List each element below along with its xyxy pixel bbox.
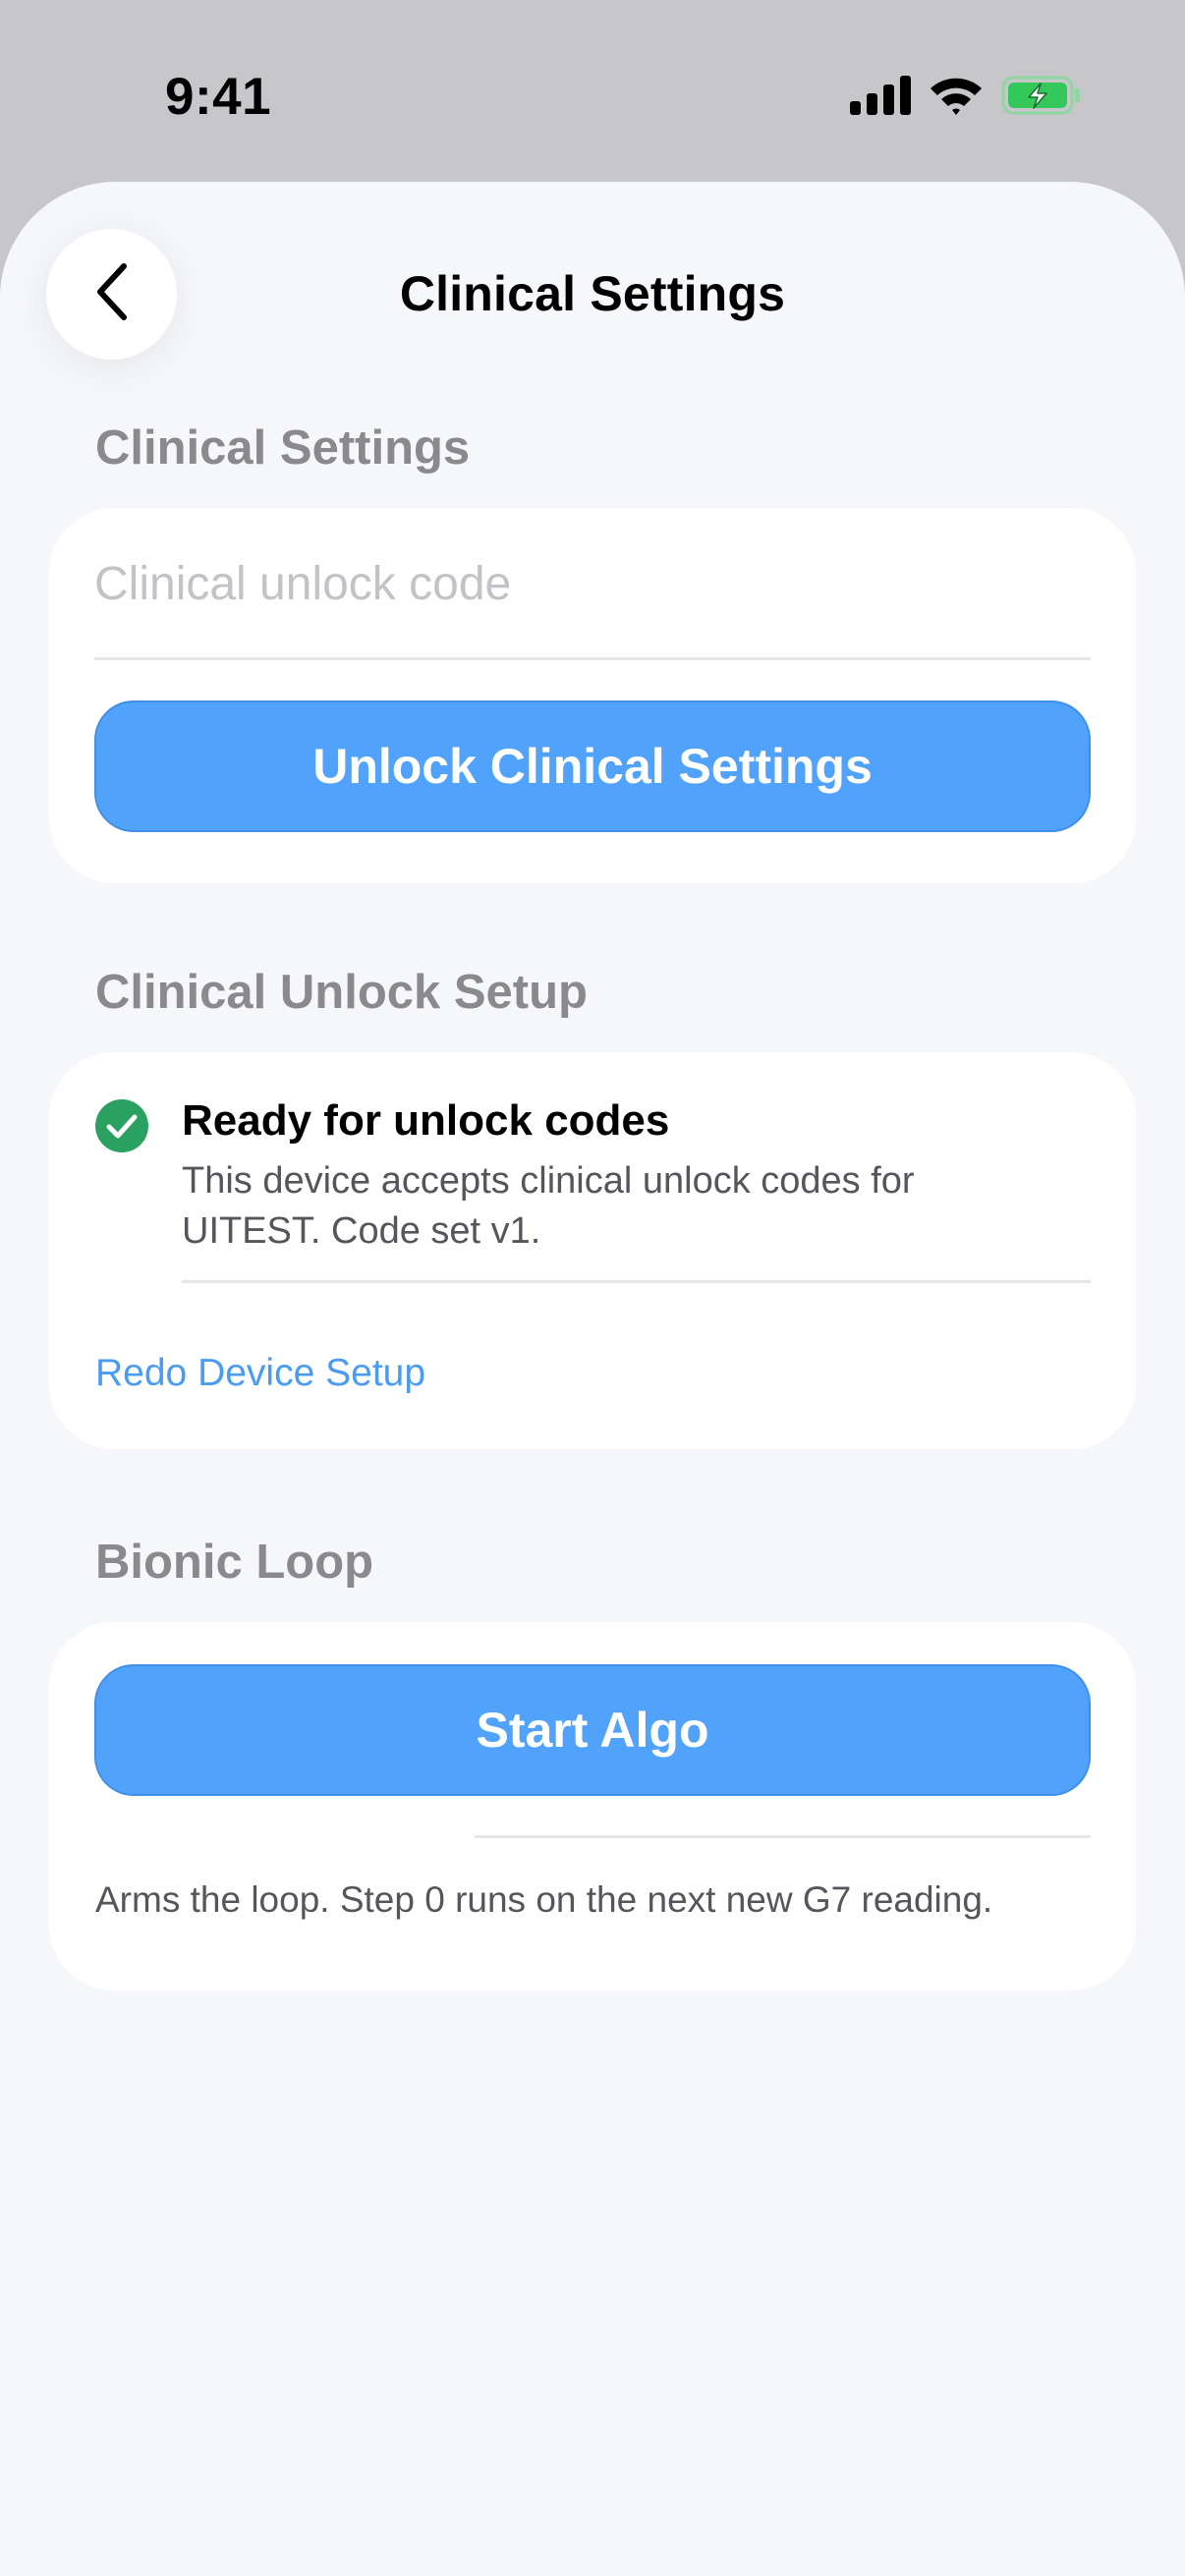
start-algo-button[interactable]: Start Algo [94, 1664, 1091, 1796]
status-time: 9:41 [165, 68, 272, 126]
checkmark-circle-icon [95, 1099, 148, 1152]
clinical-settings-card: Unlock Clinical Settings [49, 508, 1136, 883]
settings-sheet: Clinical Settings Clinical Settings Unlo… [0, 182, 1185, 2576]
input-divider [94, 657, 1091, 660]
cellular-signal-icon [850, 76, 911, 115]
battery-charging-icon [1001, 75, 1082, 116]
setup-divider [182, 1280, 1091, 1283]
loop-divider [475, 1835, 1091, 1838]
status-title: Ready for unlock codes [182, 1096, 670, 1145]
clinical-unlock-code-input[interactable] [94, 549, 1091, 618]
wifi-icon [929, 75, 984, 116]
page-title: Clinical Settings [399, 266, 786, 321]
unlock-clinical-settings-button[interactable]: Unlock Clinical Settings [94, 700, 1091, 832]
redo-device-setup-link[interactable]: Redo Device Setup [95, 1352, 425, 1395]
status-icons [850, 71, 1082, 120]
bionic-loop-footnote: Arms the loop. Step 0 runs on the next n… [95, 1879, 993, 1920]
section-header-bionic-loop: Bionic Loop [95, 1536, 374, 1589]
section-header-clinical-settings: Clinical Settings [95, 421, 471, 475]
bionic-loop-card: Start Algo Arms the loop. Step 0 runs on… [49, 1622, 1136, 1990]
status-bar: 9:41 [0, 0, 1185, 182]
section-header-clinical-unlock-setup: Clinical Unlock Setup [95, 966, 588, 1019]
status-description: This device accepts clinical unlock code… [182, 1160, 915, 1252]
clinical-unlock-setup-card: Ready for unlock codes This device accep… [49, 1052, 1136, 1449]
